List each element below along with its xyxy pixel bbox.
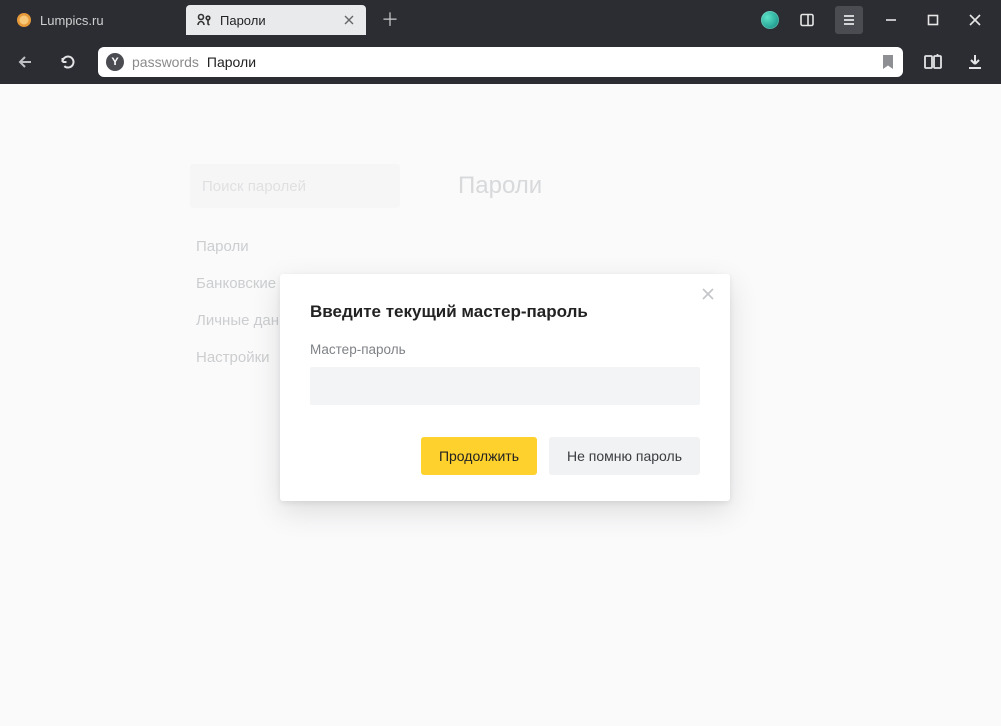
master-password-modal: Введите текущий мастер-пароль Мастер-пар… [280,274,730,501]
page-content: Поиск паролей Пароли Банковские карты Ли… [0,84,1001,726]
browser-chrome: Lumpics.ru Пароли ＋ [0,0,1001,84]
forgot-password-button[interactable]: Не помню пароль [549,437,700,475]
bookmark-icon[interactable] [881,54,895,70]
new-tab-button[interactable]: ＋ [376,6,404,34]
toolbar: Y passwords Пароли [0,40,1001,84]
window-maximize[interactable] [919,6,947,34]
window-close[interactable] [961,6,989,34]
url-prefix: passwords [132,54,199,70]
tab-inactive[interactable]: Lumpics.ru [6,5,186,35]
tab-title: Lumpics.ru [40,13,176,28]
window-minimize[interactable] [877,6,905,34]
master-password-input[interactable] [310,367,700,405]
tab-title: Пароли [220,13,334,28]
yandex-icon: Y [106,53,124,71]
tab-bar: Lumpics.ru Пароли ＋ [0,0,1001,40]
downloads-icon[interactable] [963,50,987,74]
field-label: Мастер-пароль [310,342,700,357]
continue-button[interactable]: Продолжить [421,437,537,475]
back-button[interactable] [14,50,38,74]
close-tab-icon[interactable] [342,13,356,27]
key-user-icon [196,12,212,28]
close-icon[interactable] [698,284,718,304]
titlebar-right [761,6,995,34]
profile-avatar[interactable] [761,11,779,29]
favicon-lumpics [16,12,32,28]
sidebar-panel-icon[interactable] [793,6,821,34]
menu-button[interactable] [835,6,863,34]
extensions-icon[interactable] [921,50,945,74]
url-main: Пароли [207,54,256,70]
modal-title: Введите текущий мастер-пароль [310,302,700,322]
reload-button[interactable] [56,50,80,74]
address-bar[interactable]: Y passwords Пароли [98,47,903,77]
tab-active[interactable]: Пароли [186,5,366,35]
